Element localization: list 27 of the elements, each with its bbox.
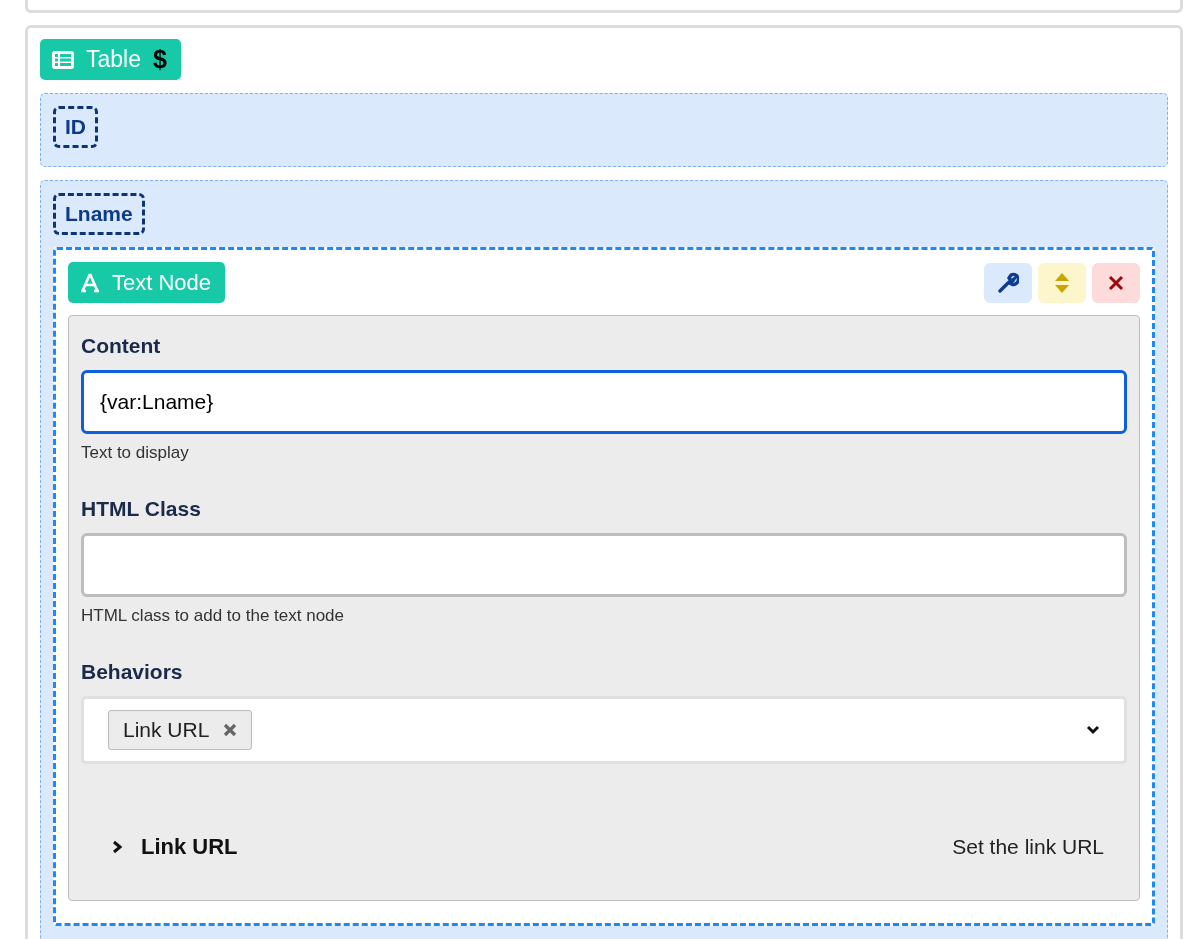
remove-icon[interactable] xyxy=(223,723,238,737)
field-label: HTML Class xyxy=(81,497,202,521)
text-input[interactable]: {var:Lname} xyxy=(81,370,1127,434)
multi-select[interactable]: Link URL xyxy=(81,696,1127,764)
sort-icon xyxy=(1054,271,1070,294)
settings-button[interactable] xyxy=(984,262,1032,303)
column-name[interactable]: ID xyxy=(53,106,98,148)
chevron-right-icon[interactable] xyxy=(111,840,123,854)
font-icon xyxy=(80,272,100,293)
help-text: HTML class to add to the text node xyxy=(81,606,345,626)
delete-button[interactable] xyxy=(1092,262,1140,303)
table-label: Table xyxy=(86,46,141,73)
help-text: Text to display xyxy=(81,443,190,463)
section-title[interactable]: Link URL xyxy=(141,834,238,860)
column-name[interactable]: Lname xyxy=(53,193,145,235)
field-label: Behaviors xyxy=(81,660,184,684)
selected-tag[interactable]: Link URL xyxy=(108,710,253,750)
variable-marker: $ xyxy=(153,45,167,74)
text-input[interactable] xyxy=(81,533,1127,597)
wrench-icon xyxy=(997,271,1019,294)
table-icon xyxy=(52,50,74,69)
node-type-label: Text Node xyxy=(112,269,212,296)
field-label: Content xyxy=(81,334,162,358)
table-badge[interactable]: Table $ xyxy=(40,39,181,80)
chevron-down-icon[interactable] xyxy=(1086,725,1100,735)
close-icon xyxy=(1108,274,1124,291)
section-description: Set the link URL xyxy=(952,835,1104,859)
